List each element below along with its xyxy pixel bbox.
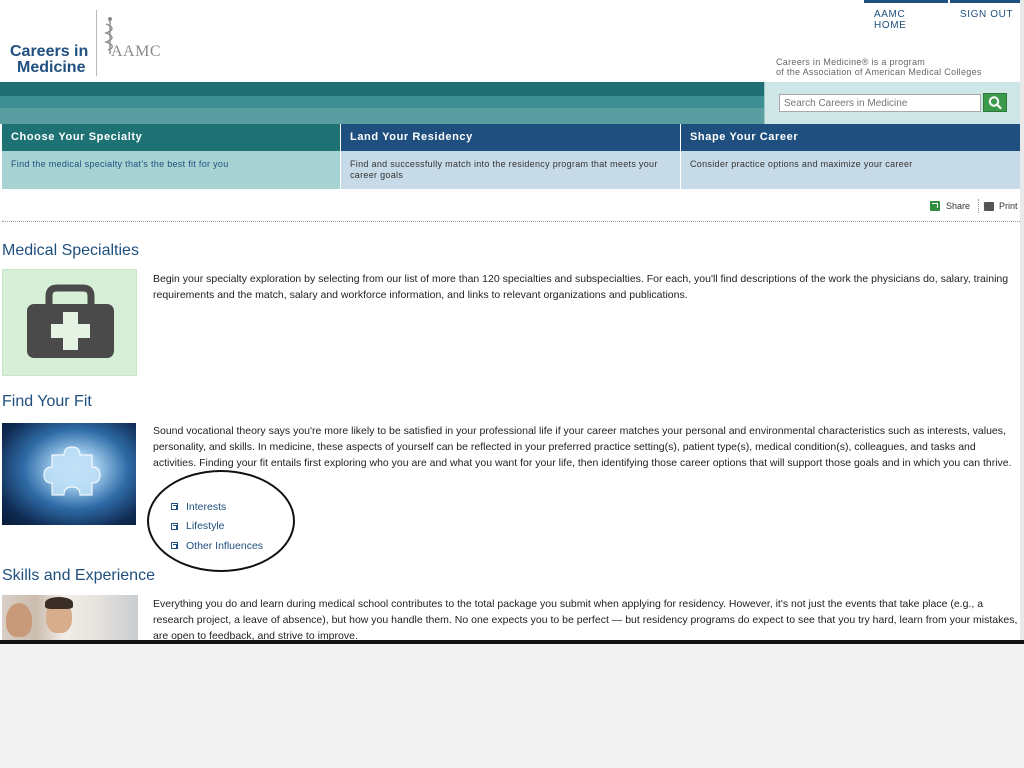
search-button[interactable]	[983, 93, 1007, 112]
print-icon	[984, 201, 994, 211]
person-1	[6, 603, 32, 637]
nav-land-your-residency[interactable]: Land Your Residency Find and successfull…	[341, 124, 681, 189]
external-link-icon	[171, 542, 178, 550]
aamc-wordmark: AAMC	[111, 43, 162, 60]
share-label: Share	[946, 201, 971, 211]
page: Careers in Medicine AAMC AAMC HOME SIGN …	[0, 0, 1024, 640]
nav-description[interactable]: Find and successfully match into the res…	[341, 151, 680, 189]
program-note: Careers in Medicine® is a program of the…	[776, 57, 982, 77]
aamc-home-link[interactable]: AAMC HOME	[864, 0, 948, 31]
share-icon	[930, 201, 940, 211]
interests-link[interactable]: Interests	[171, 497, 263, 517]
logo-line-1: Careers in	[10, 43, 89, 60]
medical-kit-image[interactable]	[2, 269, 137, 376]
lifestyle-link[interactable]: Lifestyle	[171, 517, 263, 537]
link-label[interactable]: Lifestyle	[186, 520, 225, 532]
tools-divider	[978, 199, 979, 213]
other-influences-link[interactable]: Other Influences	[171, 536, 263, 556]
logo-divider	[96, 10, 97, 76]
nav-description[interactable]: Consider practice options and maximize y…	[681, 151, 1020, 189]
sign-out-link[interactable]: SIGN OUT	[950, 0, 1024, 27]
nav-choose-your-specialty[interactable]: Choose Your Specialty Find the medical s…	[2, 124, 341, 189]
external-link-icon	[171, 503, 178, 511]
link-label[interactable]: Other Influences	[186, 540, 263, 552]
medical-specialties-text: Begin your specialty exploration by sele…	[153, 273, 1009, 301]
nav-title[interactable]: Choose Your Specialty	[2, 124, 340, 151]
doctors-photo[interactable]	[2, 595, 138, 640]
nav-title[interactable]: Shape Your Career	[681, 124, 1020, 151]
program-note-line-1: Careers in Medicine® is a program	[776, 57, 926, 67]
link-label[interactable]: Interests	[186, 501, 226, 513]
skills-and-experience-text: Everything you do and learn during medic…	[153, 598, 1018, 640]
logo-line-2: Medicine	[17, 59, 86, 76]
person-2-hair	[45, 597, 73, 609]
find-your-fit-text: Sound vocational theory says you're more…	[153, 425, 1012, 469]
search-icon	[988, 96, 1002, 110]
logo-text: Careers in Medicine	[10, 44, 88, 76]
external-link-icon	[171, 522, 178, 530]
program-note-line-2: of the Association of American Medical C…	[776, 67, 982, 77]
print-button[interactable]: Print	[984, 201, 1018, 211]
nav-shape-your-career[interactable]: Shape Your Career Consider practice opti…	[681, 124, 1020, 189]
top-links: AAMC HOME SIGN OUT	[862, 0, 1024, 31]
careers-in-medicine-logo[interactable]: Careers in Medicine AAMC	[10, 8, 170, 80]
scrollbar-track[interactable]	[1020, 0, 1024, 640]
nav-title[interactable]: Land Your Residency	[341, 124, 680, 151]
print-label: Print	[999, 201, 1018, 211]
skills-and-experience-heading[interactable]: Skills and Experience	[2, 567, 155, 585]
search-input[interactable]	[779, 94, 981, 112]
nav-description[interactable]: Find the medical specialty that's the be…	[2, 151, 340, 189]
empty-desktop-area	[0, 640, 1024, 768]
share-button[interactable]: Share	[930, 201, 970, 211]
main-nav: Choose Your Specialty Find the medical s…	[2, 124, 1020, 189]
content-divider	[2, 221, 1020, 222]
medical-bag-icon	[27, 284, 114, 358]
find-your-fit-links: Interests Lifestyle Other Influences	[171, 497, 263, 556]
find-your-fit-heading[interactable]: Find Your Fit	[2, 393, 92, 411]
puzzle-image[interactable]	[2, 423, 136, 525]
puzzle-piece-icon	[43, 446, 101, 496]
search-area	[764, 82, 1024, 124]
medical-specialties-heading[interactable]: Medical Specialties	[2, 242, 139, 260]
